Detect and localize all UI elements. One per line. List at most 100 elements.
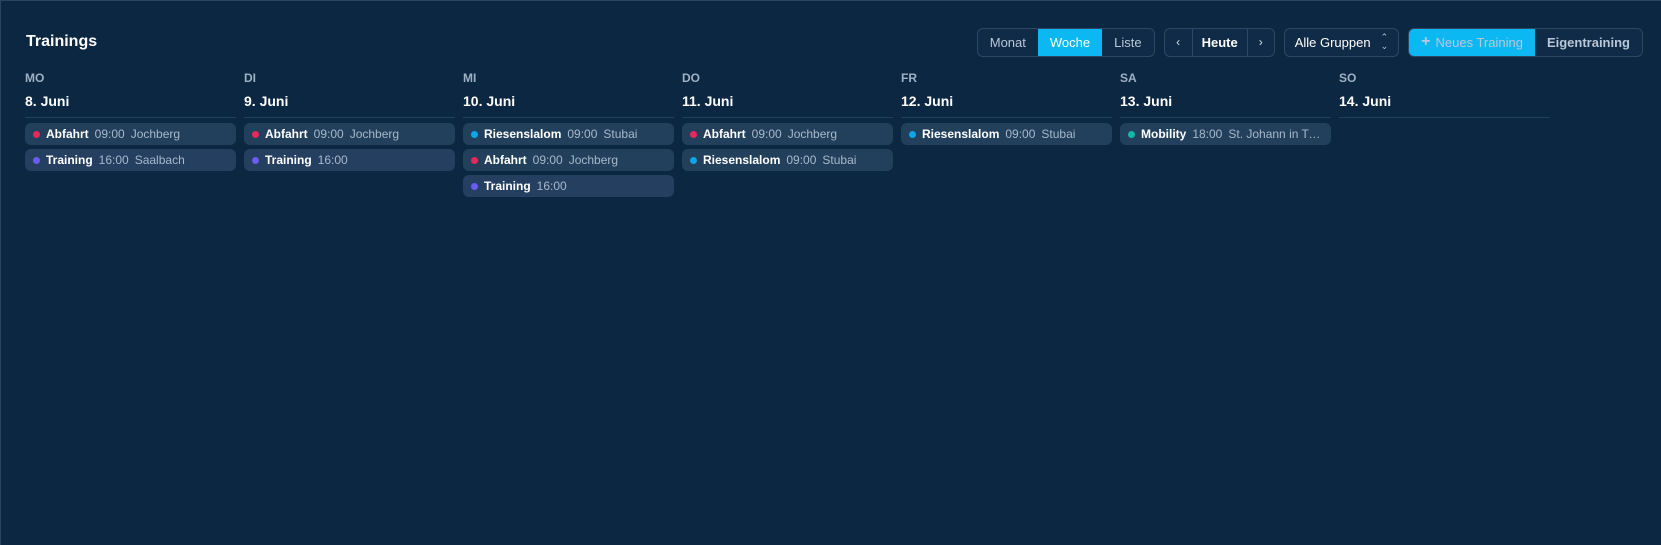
event-title: Training [265,153,312,167]
event-color-dot-icon [471,182,478,190]
training-event[interactable]: Riesenslalom 09:00 Stubai [901,123,1112,145]
day-of-week: SA [1120,71,1137,85]
day-divider [1339,117,1550,118]
event-location: Stubai [603,127,638,141]
week-grid: MO 8. Juni Abfahrt 09:00 Jochberg Training 16:… [25,71,1552,201]
training-event[interactable]: Abfahrt 09:00 Jochberg [463,149,674,171]
event-time: 09:00 [751,127,782,141]
group-select[interactable]: Alle Gruppen ⌃ ⌄ [1283,27,1400,57]
day-divider [463,117,674,118]
event-location: Jochberg [568,153,619,167]
day-divider [25,117,236,118]
event-location: Stubai [1041,127,1076,141]
day-date: 9. Juni [244,93,289,109]
event-color-dot-icon [33,130,40,138]
toolbar: Monat Woche Liste ‹ Heute › Alle Gruppen… [976,27,1643,57]
event-color-dot-icon [252,130,259,138]
event-location: Jochberg [130,127,181,141]
day-column: SO 14. Juni [1339,71,1550,201]
event-time: 09:00 [532,153,563,167]
new-training-button[interactable]: + Neues Training [1409,28,1535,56]
training-event[interactable]: Abfahrt 09:00 Jochberg [682,123,893,145]
training-event[interactable]: Abfahrt 09:00 Jochberg [244,123,455,145]
event-time: 09:00 [786,153,817,167]
page-header: Trainings Monat Woche Liste ‹ Heute › Al… [26,27,1643,57]
event-color-dot-icon [690,130,697,138]
event-color-dot-icon [33,156,40,164]
day-of-week: DO [682,71,700,85]
day-column: MI 10. Juni Riesenslalom 09:00 Stubai Abfahrt… [463,71,674,201]
training-event[interactable]: Training 16:00 [463,175,674,197]
day-divider [901,117,1112,118]
training-event[interactable]: Riesenslalom 09:00 Stubai [463,123,674,145]
day-divider [682,117,893,118]
day-divider [1120,117,1331,118]
training-actions: + Neues Training Eigentraining [1408,27,1643,57]
plus-icon: + [1421,33,1431,50]
event-color-dot-icon [471,130,478,138]
event-title: Abfahrt [265,127,308,141]
event-color-dot-icon [690,156,697,164]
event-time: 09:00 [94,127,125,141]
own-training-button[interactable]: Eigentraining [1535,29,1642,56]
day-date: 14. Juni [1339,93,1392,109]
view-month-button[interactable]: Monat [978,29,1038,56]
day-of-week: SO [1339,71,1357,85]
event-title: Abfahrt [46,127,89,141]
event-title: Abfahrt [484,153,527,167]
event-color-dot-icon [471,156,478,164]
event-color-dot-icon [1128,130,1135,138]
event-title: Riesenslalom [703,153,781,167]
day-column: SA 13. Juni Mobility 18:00 St. Johann in Tir… [1120,71,1331,201]
training-event[interactable]: Abfahrt 09:00 Jochberg [25,123,236,145]
event-time: 16:00 [98,153,129,167]
event-time: 16:00 [317,153,348,167]
view-switcher: Monat Woche Liste [976,27,1155,57]
event-title: Training [46,153,93,167]
day-date: 13. Juni [1120,93,1173,109]
date-navigation: ‹ Heute › [1163,27,1275,57]
day-of-week: FR [901,71,917,85]
day-date: 10. Juni [463,93,516,109]
view-week-button[interactable]: Woche [1037,28,1103,56]
event-title: Mobility [1141,127,1187,141]
day-divider [244,117,455,118]
day-of-week: MO [25,71,45,85]
day-date: 11. Juni [682,93,734,109]
chevron-left-icon[interactable]: ‹ [1165,29,1192,56]
training-event[interactable]: Mobility 18:00 St. Johann in Tir... [1120,123,1331,145]
day-of-week: MI [463,71,477,85]
today-button[interactable]: Heute [1191,28,1247,56]
event-time: 18:00 [1192,127,1223,141]
event-title: Riesenslalom [484,127,562,141]
event-color-dot-icon [252,156,259,164]
day-date: 8. Juni [25,93,70,109]
day-column: MO 8. Juni Abfahrt 09:00 Jochberg Training 16:… [25,71,236,201]
event-time: 09:00 [313,127,344,141]
event-location: Stubai [822,153,857,167]
event-location: Jochberg [349,127,400,141]
training-event[interactable]: Training 16:00 Saalbach [25,149,236,171]
day-column: FR 12. Juni Riesenslalom 09:00 Stubai [901,71,1112,201]
event-time: 09:00 [567,127,598,141]
day-date: 12. Juni [901,93,954,109]
event-color-dot-icon [909,130,916,138]
event-time: 16:00 [536,179,567,193]
event-title: Riesenslalom [922,127,1000,141]
event-location: Saalbach [134,153,185,167]
training-event[interactable]: Training 16:00 [244,149,455,171]
event-time: 09:00 [1005,127,1036,141]
new-training-label: Neues Training [1435,34,1523,50]
training-event[interactable]: Riesenslalom 09:00 Stubai [682,149,893,171]
day-column: DO 11. Juni Abfahrt 09:00 Jochberg Riesenslal… [682,71,893,201]
updown-chevron-icon: ⌃ ⌄ [1380,32,1389,51]
group-select-value: Alle Gruppen [1294,34,1371,50]
day-column: DI 9. Juni Abfahrt 09:00 Jochberg Training 16:… [244,71,455,201]
day-of-week: DI [244,71,256,85]
event-location: St. Johann in Tir... [1228,127,1323,141]
view-list-button[interactable]: Liste [1102,29,1153,56]
chevron-right-icon[interactable]: › [1246,28,1274,56]
event-title: Training [484,179,531,193]
event-location: Jochberg [787,127,838,141]
event-title: Abfahrt [703,127,746,141]
